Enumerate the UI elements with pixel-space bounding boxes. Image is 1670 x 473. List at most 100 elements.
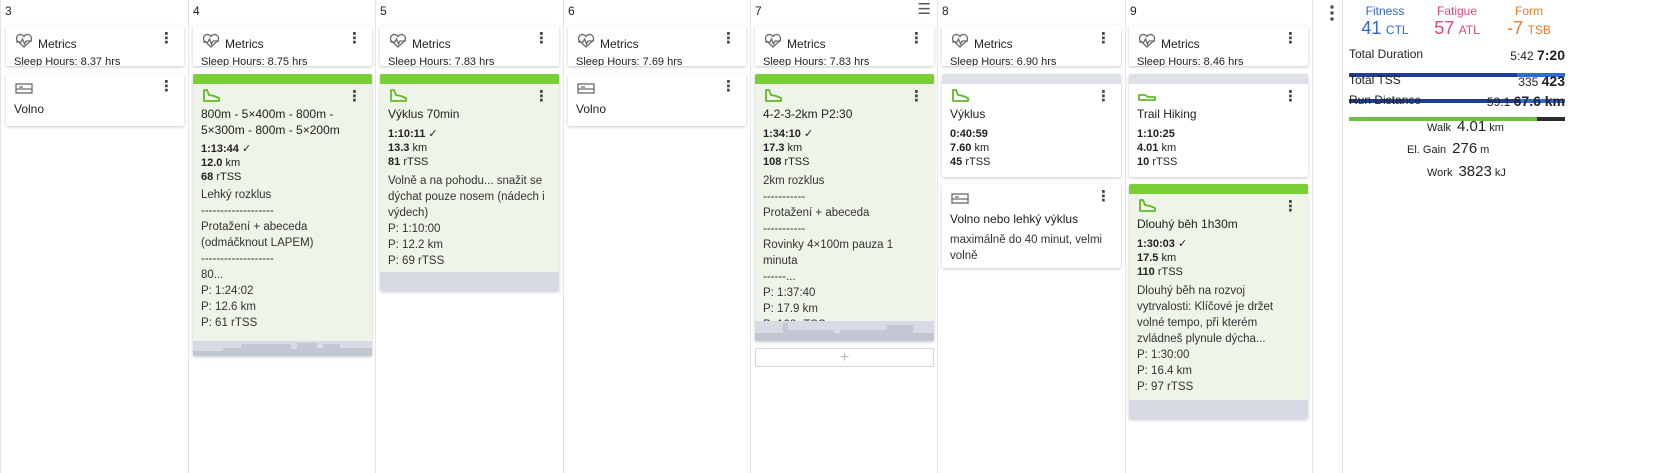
heart-pulse-icon	[764, 33, 782, 48]
more-vert-icon[interactable]: ⋮	[347, 89, 362, 104]
metrics-title: Metrics	[412, 37, 451, 51]
distance: 17.3	[763, 142, 785, 154]
heart-pulse-icon	[577, 33, 595, 48]
more-vert-icon[interactable]: ⋮	[721, 79, 736, 94]
more-vert-icon[interactable]: ⋮	[1283, 31, 1298, 46]
more-vert-icon[interactable]: ⋮	[534, 31, 549, 46]
metrics-title: Metrics	[225, 37, 264, 51]
sleep-hours: Sleep Hours: 8.75 hrs	[201, 56, 308, 66]
workout-title: 4-2-3-2km P2:30	[763, 107, 853, 121]
total-duration: Total Duration 5:42 7:20	[1349, 47, 1565, 63]
more-vert-icon[interactable]: ⋮	[159, 31, 174, 46]
metrics-card[interactable]: Metrics ⋮ Sleep Hours: 8.37 hrs	[6, 26, 184, 66]
more-vert-icon[interactable]: ⋮	[721, 31, 736, 46]
workout-chart	[380, 272, 559, 291]
tss: 108	[763, 156, 782, 168]
workout-chart	[1129, 400, 1308, 419]
workout-card[interactable]: ⋮ 4-2-3-2km P2:30 1:34:10 ✓ 17.3 km 108 …	[755, 74, 934, 341]
distance: 4.01	[1137, 142, 1159, 154]
more-vert-icon[interactable]: ⋮	[347, 31, 362, 46]
completed-bar	[193, 74, 372, 84]
day-number: 8	[942, 4, 949, 18]
check-icon: ✓	[1177, 238, 1188, 250]
rest-card[interactable]: ⋮ Volno	[6, 74, 184, 126]
workout-stats: 1:30:03 ✓ 17.5 km 110 rTSS	[1137, 238, 1188, 278]
day-column-9: 9 Metrics ⋮ Sleep Hours: 8.46 hrs ⋮ Trai…	[1125, 0, 1312, 473]
fatigue-atl[interactable]: Fatigue 57 ATL	[1421, 4, 1493, 39]
metrics-title: Metrics	[38, 37, 77, 51]
day-column-4: 4 Metrics ⋮ Sleep Hours: 8.75 hrs ⋮ 800m…	[188, 0, 375, 473]
day-number: 3	[5, 4, 12, 18]
elevation-gain: El. Gain 276 m	[1407, 140, 1490, 157]
rest-card[interactable]: ⋮ Volno	[568, 74, 746, 126]
check-icon: ✓	[803, 128, 814, 140]
duration: 0:40:59	[950, 128, 988, 140]
workout-card[interactable]: ⋮ 800m - 5×400m - 800m - 5×300m - 800m -…	[193, 74, 372, 356]
workout-card[interactable]: ⋮ Výklus 70min 1:10:11 ✓ 13.3 km 81 rTSS…	[380, 74, 559, 291]
metrics-card[interactable]: Metrics ⋮ Sleep Hours: 6.90 hrs	[942, 26, 1121, 66]
run-shoe-icon	[765, 89, 782, 102]
sleep-hours: Sleep Hours: 8.37 hrs	[14, 56, 121, 66]
tss: 10	[1137, 156, 1150, 168]
workout-description: 2km rozklus ----------- Protažení + abec…	[763, 175, 894, 331]
metrics-card[interactable]: Metrics ⋮ Sleep Hours: 7.83 hrs	[380, 26, 559, 66]
week-more-vert-icon[interactable]	[1328, 4, 1336, 24]
planned-workout-card[interactable]: ⋮ Výklus 0:40:59 7.60 km 45 rTSS	[942, 74, 1121, 177]
run-shoe-icon	[1139, 199, 1156, 212]
bed-icon	[577, 83, 595, 94]
form-tsb[interactable]: Form -7 TSB	[1493, 4, 1565, 39]
duration: 1:10:25	[1137, 128, 1175, 140]
workout-title: Výklus 70min	[388, 107, 460, 121]
more-vert-icon[interactable]: ⋮	[1096, 189, 1111, 204]
more-vert-icon[interactable]: ⋮	[1283, 89, 1298, 104]
workout-chart	[193, 341, 372, 356]
week-options-column	[1312, 0, 1342, 473]
more-vert-icon[interactable]: ⋮	[1283, 199, 1298, 214]
more-vert-icon[interactable]: ⋮	[534, 89, 549, 104]
add-workout-button[interactable]: +	[755, 348, 934, 367]
distance: 7.60	[950, 142, 972, 154]
heart-pulse-icon	[951, 33, 969, 48]
duration: 1:13:44	[201, 143, 239, 155]
planned-bar	[942, 74, 1121, 84]
duration: 1:34:10	[763, 128, 801, 140]
distance: 12.0	[201, 157, 223, 169]
metrics-title: Metrics	[974, 37, 1013, 51]
fitness-ctl[interactable]: Fitness 41 CTL	[1349, 4, 1421, 39]
workout-title: 800m - 5×400m - 800m - 5×300m - 800m - 5…	[201, 107, 340, 137]
planned-workout-card[interactable]: ⋮ Trail Hiking 1:10:25 4.01 km 10 rTSS	[1129, 74, 1308, 177]
sleep-hours: Sleep Hours: 6.90 hrs	[950, 56, 1057, 66]
day-column-7: 7 ☰ Metrics ⋮ Sleep Hours: 7.83 hrs ⋮ 4-…	[750, 0, 937, 473]
completed-bar	[380, 74, 559, 84]
metrics-card[interactable]: Metrics ⋮ Sleep Hours: 8.46 hrs	[1129, 26, 1308, 66]
heart-pulse-icon	[202, 33, 220, 48]
more-vert-icon[interactable]: ⋮	[159, 79, 174, 94]
run-shoe-icon	[390, 89, 407, 102]
check-icon: ✓	[241, 143, 252, 155]
sleep-hours: Sleep Hours: 7.83 hrs	[388, 56, 495, 66]
sleep-hours: Sleep Hours: 7.69 hrs	[576, 56, 683, 66]
duration-progress-bar	[1349, 64, 1565, 77]
workout-chart	[755, 321, 934, 341]
workout-card[interactable]: ⋮ Dlouhý běh 1h30m 1:30:03 ✓ 17.5 km 110…	[1129, 184, 1308, 419]
more-vert-icon[interactable]: ⋮	[909, 31, 924, 46]
workout-description: Lehký rozklus ------------------- Protaž…	[201, 189, 314, 329]
hiking-shoe-icon	[1138, 94, 1156, 101]
metrics-card[interactable]: Metrics ⋮ Sleep Hours: 7.83 hrs	[755, 26, 934, 66]
more-vert-icon[interactable]: ⋮	[1096, 31, 1111, 46]
day-number: 7	[755, 4, 762, 18]
day-number: 6	[568, 4, 575, 18]
metrics-card[interactable]: Metrics ⋮ Sleep Hours: 7.69 hrs	[568, 26, 746, 66]
tss: 68	[201, 171, 214, 183]
tss: 45	[950, 156, 963, 168]
metrics-card[interactable]: Metrics ⋮ Sleep Hours: 8.75 hrs	[193, 26, 372, 66]
day-number: 4	[193, 4, 200, 18]
rest-description: maximálně do 40 minut, velmi volně	[950, 234, 1103, 262]
more-vert-icon[interactable]: ⋮	[909, 89, 924, 104]
menu-icon[interactable]: ☰	[918, 2, 931, 17]
metrics-title: Metrics	[600, 37, 639, 51]
more-vert-icon[interactable]: ⋮	[1096, 89, 1111, 104]
walk-distance: Walk 4.01 km	[1427, 118, 1504, 135]
rest-card[interactable]: ⋮ Volno nebo lehký výklus maximálně do 4…	[942, 184, 1121, 268]
metrics-title: Metrics	[1161, 37, 1200, 51]
